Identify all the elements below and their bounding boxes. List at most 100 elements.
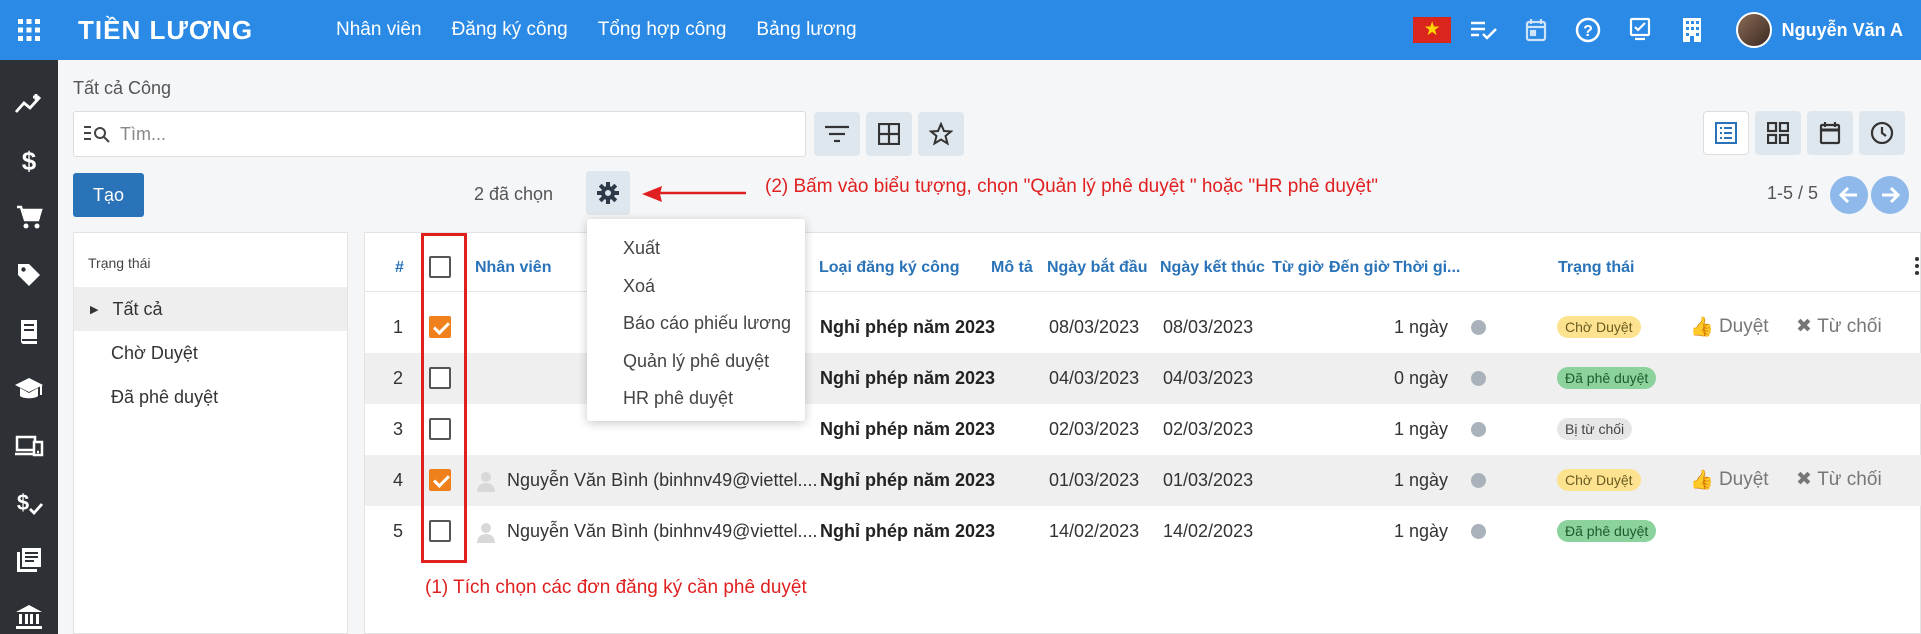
create-button[interactable]: Tạo: [73, 173, 144, 217]
close-icon: ✖: [1796, 469, 1812, 490]
column-header-status[interactable]: Trạng thái: [1558, 259, 1634, 277]
dollar-icon[interactable]: $: [0, 132, 58, 189]
activity-view-button[interactable]: [1859, 111, 1905, 155]
arrow-left-icon: [1839, 186, 1857, 204]
education-icon[interactable]: [0, 360, 58, 417]
reject-button[interactable]: ✖ Từ chối: [1796, 315, 1882, 338]
row-employee-name: Nguyễn Văn Bình (binhnv49@viettel....: [507, 521, 818, 541]
help-icon[interactable]: ?: [1562, 0, 1614, 60]
row-start-date: 02/03/2023: [1049, 419, 1140, 439]
action-dropdown-menu: Xuất Xoá Báo cáo phiếu lương Quản lý phê…: [587, 219, 805, 421]
shopping-cart-icon[interactable]: [0, 189, 58, 246]
row-employee: Nguyễn Văn Bình (binhnv49@viettel....: [475, 455, 817, 506]
row-number: 5: [393, 521, 404, 541]
nav-item-employees[interactable]: Nhân viên: [336, 19, 422, 41]
row-duration: 1 ngày: [1394, 317, 1449, 337]
row-duration: 1 ngày: [1394, 521, 1449, 541]
person-icon: [477, 522, 495, 543]
column-header-to-time[interactable]: Đến giờ: [1329, 259, 1389, 277]
pager-previous-button[interactable]: [1830, 176, 1868, 214]
row-type: Nghỉ phép năm 2023: [820, 368, 996, 388]
status-badge: Đã phê duyệt: [1557, 520, 1657, 542]
column-header-type[interactable]: Loại đăng ký công: [819, 259, 959, 277]
row-type: Nghỉ phép năm 2023: [820, 317, 996, 337]
search-list-icon: [74, 124, 120, 144]
column-header-end-date[interactable]: Ngày kết thúc: [1160, 259, 1265, 277]
column-header-start-date[interactable]: Ngày bắt đầu: [1047, 259, 1147, 277]
status-dot: [1471, 524, 1486, 539]
row-duration: 1 ngày: [1394, 470, 1449, 490]
reject-button[interactable]: ✖ Từ chối: [1796, 468, 1882, 491]
caret-right-icon: ▶: [90, 303, 99, 316]
search-bar[interactable]: [73, 111, 806, 157]
column-header-employee[interactable]: Nhân viên: [475, 259, 551, 277]
column-header-description[interactable]: Mô tả: [991, 259, 1033, 277]
money-check-icon[interactable]: $: [0, 474, 58, 531]
pager-value[interactable]: 1-5 / 5: [1767, 183, 1818, 204]
library-books-icon[interactable]: [0, 531, 58, 588]
group-by-button[interactable]: [866, 112, 912, 156]
selected-count-label: 2 đã chọn: [474, 184, 554, 204]
menu-item-manager-approve[interactable]: Quản lý phê duyệt: [587, 343, 805, 381]
activity-checklist-icon[interactable]: [1458, 0, 1510, 60]
row-number: 4: [393, 470, 404, 490]
column-header-number[interactable]: #: [395, 259, 404, 277]
column-options-icon[interactable]: [1915, 256, 1919, 276]
status-filter-panel: Trạng thái ▶ Tất cả Chờ Duyệt Đã phê duy…: [73, 232, 348, 634]
list-view-button[interactable]: [1703, 111, 1749, 155]
dashboard-trend-icon[interactable]: [0, 75, 58, 132]
bank-icon[interactable]: [0, 588, 58, 634]
approve-button[interactable]: 👍 Duyệt: [1690, 315, 1769, 339]
menu-item-export[interactable]: Xuất: [587, 230, 805, 268]
kanban-view-button[interactable]: [1755, 111, 1801, 155]
user-name[interactable]: Nguyễn Văn A: [1782, 20, 1903, 41]
user-avatar[interactable]: [1735, 12, 1772, 48]
row-end-date: 04/03/2023: [1163, 368, 1254, 388]
timesheet-check-icon[interactable]: [1614, 0, 1666, 60]
row-start-date: 01/03/2023: [1049, 470, 1140, 490]
row-end-date: 14/02/2023: [1163, 521, 1254, 541]
status-filter-approved[interactable]: Đã phê duyệt: [74, 375, 347, 419]
calendar-view-button[interactable]: [1807, 111, 1853, 155]
filter-button[interactable]: [814, 112, 860, 156]
favorites-star-button[interactable]: [918, 112, 964, 156]
row-employee-name: Nguyễn Văn Bình (binhnv49@viettel....: [507, 470, 818, 490]
status-filter-all[interactable]: ▶ Tất cả: [74, 287, 347, 331]
search-input[interactable]: [120, 123, 780, 145]
menu-item-payslip-report[interactable]: Báo cáo phiếu lương: [587, 305, 805, 343]
close-icon: ✖: [1796, 316, 1812, 337]
tag-icon[interactable]: [0, 246, 58, 303]
approve-button[interactable]: 👍 Duyệt: [1690, 468, 1769, 492]
company-building-icon[interactable]: [1666, 0, 1718, 60]
status-filter-label: Chờ Duyệt: [111, 342, 198, 363]
status-badge: Đã phê duyệt: [1557, 367, 1657, 389]
menu-item-hr-approve[interactable]: HR phê duyệt: [587, 380, 805, 418]
nav-item-attendance-summary[interactable]: Tổng hợp công: [598, 19, 727, 41]
pager-next-button[interactable]: [1871, 176, 1909, 214]
table-row[interactable]: 4 Nguyễn Văn Bình (binhnv49@viettel.... …: [365, 455, 1921, 506]
table-row[interactable]: 5 Nguyễn Văn Bình (binhnv49@viettel.... …: [365, 506, 1921, 557]
row-number: 1: [393, 317, 404, 337]
approve-label: Duyệt: [1718, 469, 1769, 490]
book-icon[interactable]: [0, 303, 58, 360]
row-duration: 1 ngày: [1394, 419, 1449, 439]
calendar-icon[interactable]: [1510, 0, 1562, 60]
checkbox-highlight-box: [421, 233, 467, 563]
action-gear-button[interactable]: [586, 171, 630, 215]
devices-icon[interactable]: [0, 417, 58, 474]
nav-item-payroll[interactable]: Bảng lương: [756, 19, 856, 41]
language-flag-icon[interactable]: ★: [1406, 0, 1458, 60]
row-type: Nghỉ phép năm 2023: [820, 521, 996, 541]
app-title[interactable]: TIỀN LƯƠNG: [78, 15, 308, 46]
row-end-date: 02/03/2023: [1163, 419, 1254, 439]
status-filter-label: Đã phê duyệt: [111, 386, 219, 407]
status-badge: Bị từ chối: [1557, 418, 1633, 440]
column-header-duration[interactable]: Thời gi...: [1393, 259, 1460, 277]
apps-grid-icon[interactable]: [0, 0, 58, 60]
status-filter-pending[interactable]: Chờ Duyệt: [74, 331, 347, 375]
row-type: Nghỉ phép năm 2023: [820, 470, 996, 490]
menu-item-delete[interactable]: Xoá: [587, 268, 805, 306]
nav-item-attendance-registration[interactable]: Đăng ký công: [452, 19, 568, 41]
breadcrumb[interactable]: Tất cả Công: [73, 78, 171, 99]
column-header-from-time[interactable]: Từ giờ: [1272, 259, 1323, 277]
